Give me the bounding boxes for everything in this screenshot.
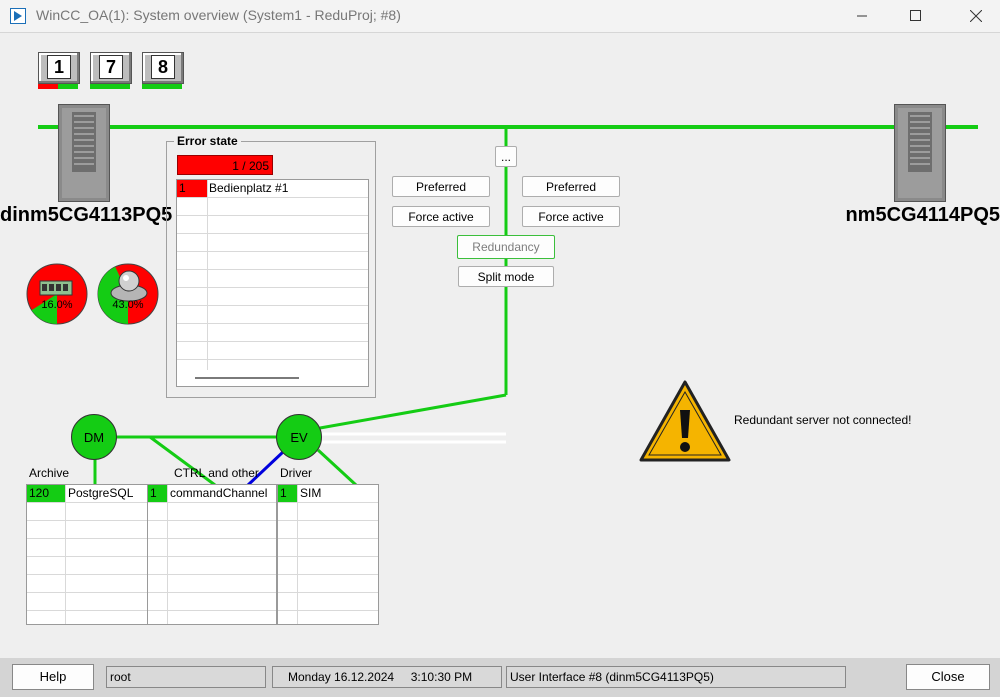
preferred-left-button[interactable]: Preferred xyxy=(392,176,490,197)
split-mode-button[interactable]: Split mode xyxy=(458,266,554,287)
horizontal-scrollbar[interactable] xyxy=(195,377,299,379)
table-row xyxy=(177,216,368,234)
force-active-left-button[interactable]: Force active xyxy=(392,206,490,227)
monitor-status-bar xyxy=(38,84,58,89)
table-row xyxy=(148,593,276,611)
warning-message: Redundant server not connected! xyxy=(734,413,912,427)
disk-gauge-label: 43.0% xyxy=(112,299,144,311)
table-row xyxy=(177,306,368,324)
table-row xyxy=(27,503,148,521)
table-row xyxy=(177,252,368,270)
ctrl-label: CTRL and other xyxy=(174,466,259,480)
table-row[interactable]: 1 SIM xyxy=(278,485,378,503)
ev-driver-line xyxy=(316,448,358,487)
redundancy-button[interactable]: Redundancy xyxy=(457,235,555,259)
monitor-number: 8 xyxy=(151,55,175,79)
table-row xyxy=(177,288,368,306)
monitor-status-bar xyxy=(142,84,182,89)
table-row xyxy=(278,593,378,611)
server-icon xyxy=(58,104,110,202)
table-row xyxy=(177,270,368,288)
driver-label: Driver xyxy=(280,466,312,480)
monitor-status-bar xyxy=(58,84,78,89)
archive-table[interactable]: 120 PostgreSQL xyxy=(26,484,149,625)
archive-label: Archive xyxy=(29,466,70,480)
error-count-badge: 1 / 205 xyxy=(177,155,273,175)
ui-monitor-1[interactable]: 1 xyxy=(38,52,80,90)
row-number: 120 xyxy=(27,485,65,502)
driver-table[interactable]: 1 SIM xyxy=(277,484,379,625)
datetime-field: Monday 16.12.2024 3:10:30 PM xyxy=(272,666,502,688)
table-row[interactable]: 1 Bedienplatz #1 xyxy=(177,180,368,198)
memory-gauge-label: 16.0% xyxy=(41,299,73,311)
dm-process-node[interactable]: DM xyxy=(71,414,117,460)
table-row[interactable]: 1 commandChannel xyxy=(148,485,276,503)
host-name-right-clip: dinm5CG4114PQ5 xyxy=(846,204,1000,234)
error-state-title: Error state xyxy=(174,134,241,148)
force-active-right-button[interactable]: Force active xyxy=(522,206,620,227)
table-row xyxy=(278,557,378,575)
server-right[interactable] xyxy=(894,104,946,202)
preferred-right-button[interactable]: Preferred xyxy=(522,176,620,197)
disk-gauge[interactable]: 43.0% xyxy=(97,263,159,325)
server-left[interactable] xyxy=(58,104,110,202)
table-row xyxy=(148,575,276,593)
server-icon xyxy=(894,104,946,202)
monitor-number: 7 xyxy=(99,55,123,79)
ui-monitor-7[interactable]: 7 xyxy=(90,52,132,90)
host-name-right: dinm5CG4114PQ5 xyxy=(846,204,1000,226)
user-field: root xyxy=(106,666,266,688)
table-row xyxy=(148,539,276,557)
row-text: PostgreSQL xyxy=(68,486,134,500)
row-text: Bedienplatz #1 xyxy=(209,181,289,195)
table-row xyxy=(27,539,148,557)
table-row xyxy=(27,521,148,539)
monitor-number: 1 xyxy=(47,55,71,79)
table-row xyxy=(177,234,368,252)
table-row xyxy=(177,342,368,360)
table-row xyxy=(278,503,378,521)
row-number: 1 xyxy=(148,485,167,502)
ui-monitor-8[interactable]: 8 xyxy=(142,52,184,90)
table-row xyxy=(177,324,368,342)
table-row xyxy=(27,557,148,575)
row-number: 1 xyxy=(278,485,297,502)
ui-info-field: User Interface #8 (dinm5CG4113PQ5) xyxy=(506,666,846,688)
table-row[interactable]: 120 PostgreSQL xyxy=(27,485,148,503)
disk-icon xyxy=(97,263,159,325)
table-row xyxy=(278,539,378,557)
ev-process-node[interactable]: EV xyxy=(276,414,322,460)
monitor-status-bar xyxy=(90,84,130,89)
table-row xyxy=(278,575,378,593)
warning-icon xyxy=(639,380,731,462)
memory-gauge[interactable]: 16.0% xyxy=(26,263,88,325)
table-row xyxy=(148,521,276,539)
row-text: commandChannel xyxy=(170,486,268,500)
close-button[interactable]: Close xyxy=(906,664,990,690)
table-row xyxy=(27,575,148,593)
memory-icon xyxy=(26,263,88,325)
table-row xyxy=(27,593,148,611)
table-row xyxy=(278,521,378,539)
host-name-left: dinm5CG4113PQ5 xyxy=(0,204,173,226)
ctrl-table[interactable]: 1 commandChannel xyxy=(147,484,277,625)
ev-to-redundancy-line xyxy=(319,393,507,430)
row-text: SIM xyxy=(300,486,322,500)
row-number: 1 xyxy=(177,180,207,197)
error-state-table[interactable]: 1 Bedienplatz #1 xyxy=(176,179,369,387)
help-button[interactable]: Help xyxy=(12,664,94,690)
table-row xyxy=(148,503,276,521)
table-row xyxy=(148,557,276,575)
table-row xyxy=(177,198,368,216)
more-button[interactable]: ... xyxy=(495,146,517,167)
